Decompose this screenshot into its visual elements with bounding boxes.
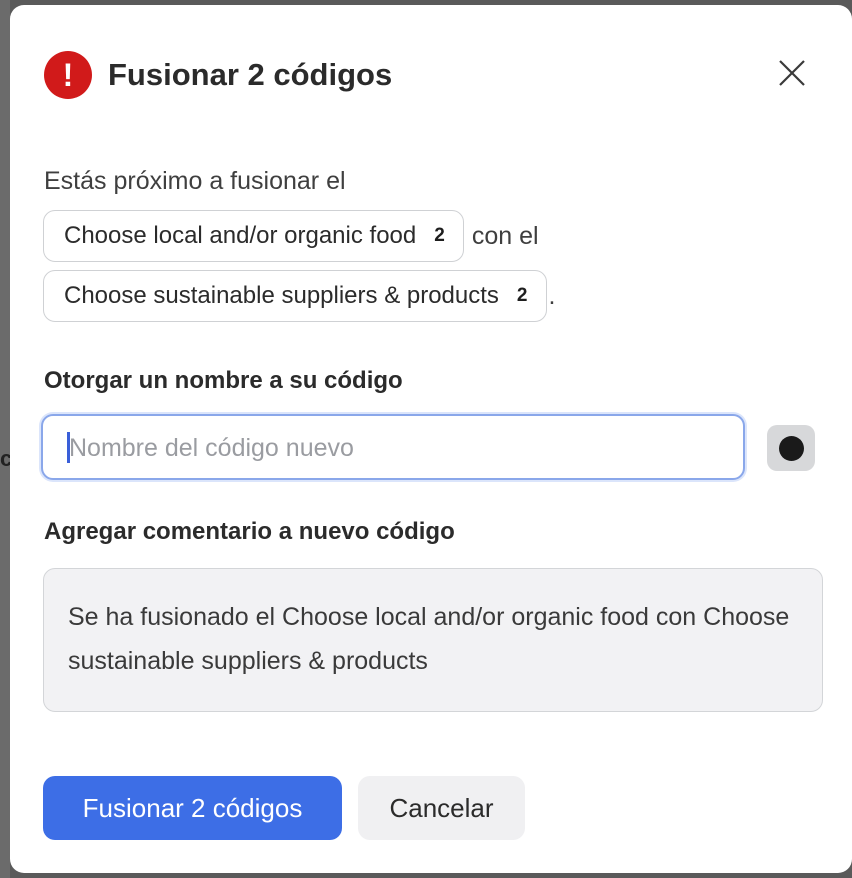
code-name-input[interactable] — [67, 416, 731, 480]
connector-text: con el — [471, 221, 539, 250]
color-picker-button[interactable] — [767, 425, 815, 471]
target-code-chip[interactable]: Choose sustainable suppliers & products … — [43, 270, 547, 322]
close-button[interactable] — [774, 55, 810, 91]
source-code-chip[interactable]: Choose local and/or organic food 2 — [43, 210, 464, 262]
code-name-field — [41, 414, 745, 480]
exclamation-icon: ! — [44, 51, 92, 99]
comment-textarea[interactable]: Se ha fusionado el Choose local and/or o… — [43, 568, 823, 712]
cancel-button[interactable]: Cancelar — [358, 776, 525, 840]
color-swatch-dot — [778, 435, 804, 461]
source-code-count: 2 — [434, 225, 445, 246]
comment-section-label: Agregar comentario a nuevo código — [44, 518, 455, 545]
target-code-row: Choose sustainable suppliers & products … — [43, 270, 555, 322]
close-icon — [779, 60, 805, 86]
dialog-title: Fusionar 2 códigos — [108, 57, 393, 92]
source-code-row: Choose local and/or organic food 2 con e… — [43, 210, 539, 262]
name-section-label: Otorgar un nombre a su código — [44, 367, 403, 394]
target-code-count: 2 — [516, 285, 528, 306]
target-code-label: Choose sustainable suppliers & products — [64, 282, 499, 309]
backdrop — [0, 0, 10, 878]
text-caret — [67, 432, 70, 463]
end-punctuation: . — [548, 281, 556, 310]
source-code-label: Choose local and/or organic food — [64, 222, 417, 249]
confirm-merge-button[interactable]: Fusionar 2 códigos — [43, 776, 342, 840]
merge-codes-dialog: ! Fusionar 2 códigos Estás próximo a fus… — [10, 5, 852, 873]
merge-intro-text: Estás próximo a fusionar el — [44, 167, 346, 195]
dialog-header: ! Fusionar 2 códigos — [44, 51, 392, 99]
